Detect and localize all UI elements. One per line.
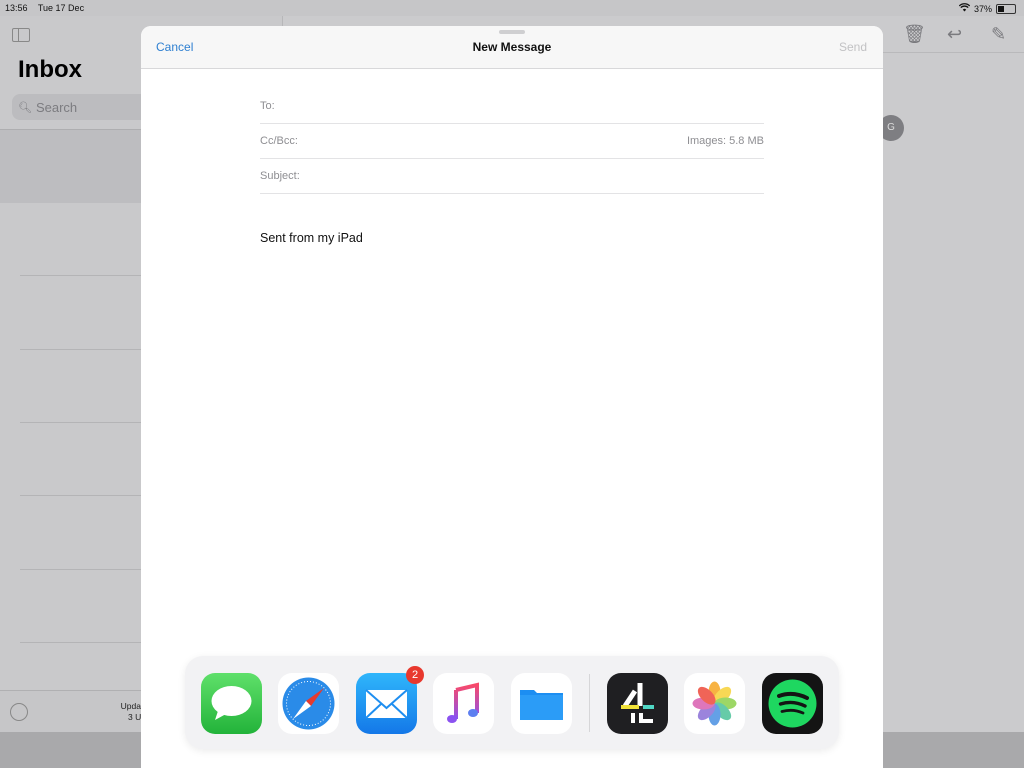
sheet-grabber[interactable] xyxy=(499,30,525,34)
channel4-icon xyxy=(621,683,654,723)
dock-divider xyxy=(589,674,590,732)
inbox-title: Inbox xyxy=(18,56,82,83)
status-bar: 13:56 Tue 17 Dec 37% xyxy=(0,0,1024,16)
subject-field[interactable]: Subject: xyxy=(260,158,764,194)
dock-app-messages[interactable] xyxy=(201,673,262,734)
spotify-icon xyxy=(768,679,817,728)
dock-app-files[interactable] xyxy=(511,673,572,734)
message-body[interactable]: Sent from my iPad xyxy=(260,231,363,245)
dock: 2 xyxy=(185,656,839,749)
messages-icon xyxy=(211,686,252,720)
reply-icon[interactable]: ↩︎ xyxy=(947,24,962,45)
dock-app-photos[interactable] xyxy=(684,673,745,734)
compose-icon[interactable]: ✎︎ xyxy=(991,24,1006,45)
subject-label: Subject: xyxy=(260,170,300,182)
sidebar-toggle-icon[interactable] xyxy=(12,28,30,42)
dock-app-safari[interactable] xyxy=(278,673,339,734)
battery-percent: 37% xyxy=(973,3,992,14)
dock-app-channel4[interactable] xyxy=(607,673,668,734)
mail-icon xyxy=(365,689,408,719)
send-button[interactable]: Send xyxy=(839,40,867,54)
compose-title: New Message xyxy=(472,40,552,54)
compose-header: New Message Cancel Send xyxy=(141,26,883,69)
dock-app-mail[interactable]: 2 xyxy=(356,666,424,734)
cc-bcc-field[interactable]: Cc/Bcc: Images: 5.8 MB xyxy=(260,123,764,159)
dock-app-spotify[interactable] xyxy=(762,673,823,734)
images-size[interactable]: Images: 5.8 MB xyxy=(687,135,764,147)
cc-bcc-label: Cc/Bcc: xyxy=(260,135,298,147)
cancel-button[interactable]: Cancel xyxy=(156,40,193,54)
battery-icon xyxy=(996,3,1016,14)
to-label: To: xyxy=(260,100,275,112)
search-icon: 🔍︎ xyxy=(18,101,32,114)
files-icon xyxy=(520,690,563,720)
wifi-icon xyxy=(958,3,971,14)
to-field[interactable]: To: xyxy=(260,88,764,124)
mail-badge: 2 xyxy=(406,666,424,684)
photos-icon xyxy=(692,681,737,726)
search-placeholder: Search xyxy=(35,99,78,115)
dock-app-music[interactable] xyxy=(433,673,494,734)
status-date: Tue 17 Dec xyxy=(37,3,85,13)
status-time: 13:56 xyxy=(5,3,28,13)
music-icon xyxy=(447,682,479,723)
safari-icon xyxy=(282,677,335,730)
trash-icon[interactable]: 🗑︎ xyxy=(903,24,926,45)
filter-icon[interactable] xyxy=(10,703,28,721)
